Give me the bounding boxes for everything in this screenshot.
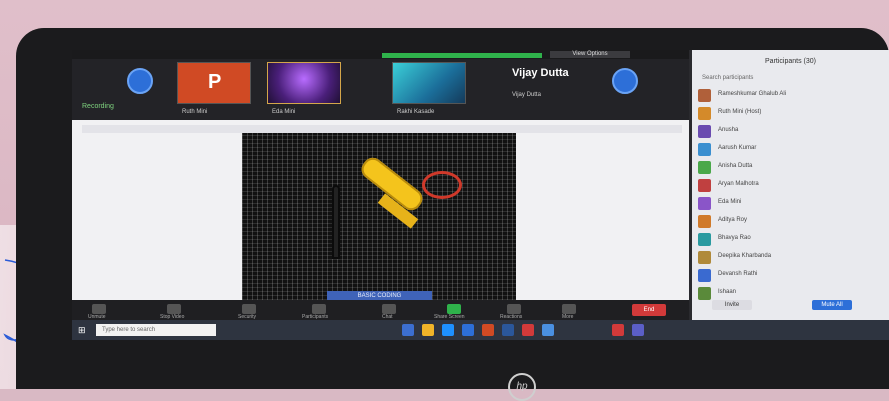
app-icon[interactable]	[612, 324, 624, 336]
avatar	[698, 89, 711, 102]
participants-button[interactable]	[312, 304, 326, 314]
zoom-icon[interactable]	[462, 324, 474, 336]
list-item[interactable]: Aarush Kumar	[698, 142, 884, 157]
list-item[interactable]: Eda Mini	[698, 196, 884, 211]
video-button[interactable]	[167, 304, 181, 314]
invite-button[interactable]: Invite	[712, 300, 752, 310]
chat-button[interactable]	[382, 304, 396, 314]
avatar	[698, 143, 711, 156]
avatar	[698, 125, 711, 138]
list-item[interactable]: Anusha	[698, 124, 884, 139]
mute-button[interactable]	[92, 304, 106, 314]
participant-name: Eda Mini	[718, 199, 742, 205]
list-item[interactable]: Devansh Rathi	[698, 268, 884, 283]
active-speaker-name: Vijay Dutta	[512, 67, 569, 79]
taskbar-search-input[interactable]: Type here to search	[96, 324, 216, 336]
list-item[interactable]: Ruth Mini (Host)	[698, 106, 884, 121]
panel-title: Participants (30)	[765, 58, 816, 65]
prev-page-button[interactable]	[127, 68, 153, 94]
red-ring-graphic	[422, 171, 462, 199]
next-page-button[interactable]	[612, 68, 638, 94]
list-item[interactable]: Aditya Roy	[698, 214, 884, 229]
avatar	[698, 215, 711, 228]
document-toolbar	[82, 125, 682, 133]
participants-panel: Participants (30) Search participants Ra…	[692, 50, 889, 320]
participant-name: Ishaan	[718, 289, 737, 295]
lock-shackle	[332, 185, 340, 259]
participant-name: Aarush Kumar	[718, 145, 757, 151]
window-title-bar: View Options	[72, 50, 689, 59]
participant-name: Aryan Malhotra	[718, 181, 759, 187]
word-icon[interactable]	[502, 324, 514, 336]
participant-name: Aditya Roy	[718, 217, 748, 223]
list-item[interactable]: Bhavya Rao	[698, 232, 884, 247]
participant-name: Devansh Rathi	[718, 271, 758, 277]
avatar	[698, 251, 711, 264]
shared-image: BASIC CODING	[242, 133, 516, 302]
participant-label: Ruth Mini	[182, 109, 208, 115]
participant-strip: View Options P Ruth Mini Eda Mini Rakhi …	[72, 50, 689, 120]
store-icon[interactable]	[542, 324, 554, 336]
laptop-screen: View Options P Ruth Mini Eda Mini Rakhi …	[72, 50, 889, 340]
participant-list: Rameshkumar Ghalub Ali Ruth Mini (Host) …	[698, 88, 884, 304]
shared-screen-area: BASIC CODING	[72, 120, 689, 302]
list-item[interactable]: Anisha Dutta	[698, 160, 884, 175]
list-item[interactable]: Rameshkumar Ghalub Ali	[698, 88, 884, 103]
participant-name: Anusha	[718, 127, 739, 133]
list-item[interactable]: Aryan Malhotra	[698, 178, 884, 193]
edge-icon[interactable]	[442, 324, 454, 336]
screen-share-indicator	[382, 53, 542, 58]
participant-label: Eda Mini	[272, 109, 296, 115]
participant-thumbnail[interactable]: Rakhi Kasade	[392, 62, 466, 115]
participant-thumbnail[interactable]: Eda Mini	[267, 62, 341, 115]
active-speaker-sub: Vijay Dutta	[512, 92, 541, 98]
task-view-icon[interactable]	[402, 324, 414, 336]
participants-search-input[interactable]: Search participants	[702, 75, 753, 81]
teams-icon[interactable]	[632, 324, 644, 336]
avatar	[698, 197, 711, 210]
participant-label: Rakhi Kasade	[397, 109, 435, 115]
share-screen-button[interactable]	[447, 304, 461, 314]
participant-name: Rameshkumar Ghalub Ali	[718, 91, 787, 97]
end-meeting-button[interactable]: End	[632, 304, 666, 316]
participant-thumbnail[interactable]: P Ruth Mini	[177, 62, 251, 115]
hp-logo-icon: hp	[508, 373, 536, 401]
participant-name: Anisha Dutta	[718, 163, 753, 169]
taskbar: ⊞ Type here to search	[72, 320, 889, 340]
participant-name: Ruth Mini (Host)	[718, 109, 762, 115]
recording-indicator: Recording	[82, 103, 114, 110]
avatar	[698, 233, 711, 246]
mute-all-button[interactable]: Mute All	[812, 300, 852, 310]
reactions-button[interactable]	[507, 304, 521, 314]
avatar	[698, 269, 711, 282]
security-button[interactable]	[242, 304, 256, 314]
avatar	[698, 107, 711, 120]
chrome-icon[interactable]	[522, 324, 534, 336]
avatar	[698, 179, 711, 192]
participant-name: Deepika Kharbanda	[718, 253, 772, 259]
participant-name: Bhavya Rao	[718, 235, 751, 241]
view-options-button[interactable]: View Options	[550, 51, 630, 58]
windows-start-icon[interactable]: ⊞	[78, 324, 90, 336]
powerpoint-icon: P	[208, 71, 222, 93]
avatar	[698, 161, 711, 174]
more-button[interactable]	[562, 304, 576, 314]
powerpoint-taskbar-icon[interactable]	[482, 324, 494, 336]
file-explorer-icon[interactable]	[422, 324, 434, 336]
meeting-controls: Unmute Stop Video Security Participants …	[72, 300, 689, 320]
list-item[interactable]: Deepika Kharbanda	[698, 250, 884, 265]
panel-footer: Invite Mute All	[702, 298, 882, 312]
